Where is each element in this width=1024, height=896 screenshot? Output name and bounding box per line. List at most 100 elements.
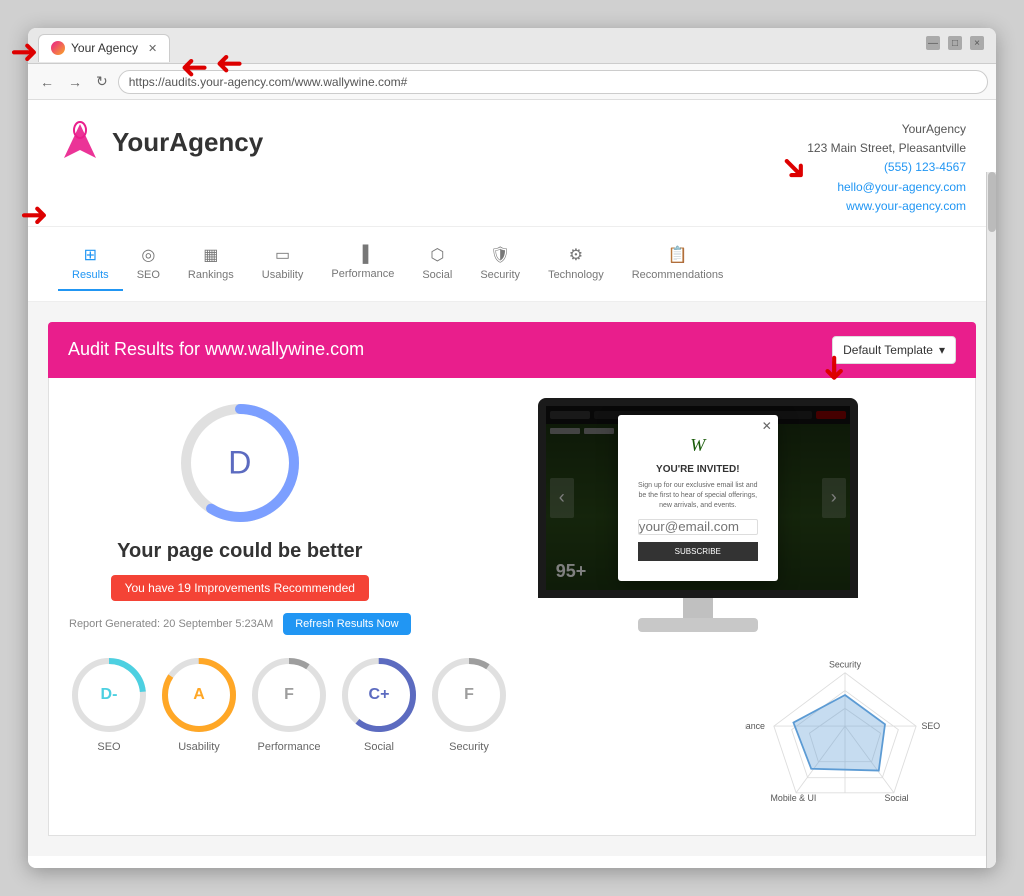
nav-item-technology[interactable]: ⚙ Technology bbox=[534, 237, 618, 291]
radar-section: Security SEO Social Mobile & UI Performa… bbox=[735, 655, 955, 815]
score-grade-seo: D- bbox=[101, 686, 118, 704]
website-preview: ‹ › 95+ ✕ W YOU'RE I bbox=[441, 398, 955, 632]
main-content: Audit Results for www.wallywine.com Defa… bbox=[28, 302, 996, 856]
performance-icon: ▐ bbox=[357, 246, 368, 264]
nav-item-usability[interactable]: ▭ Usability bbox=[248, 237, 318, 291]
nav-item-seo[interactable]: ◎ SEO bbox=[123, 237, 174, 291]
technology-icon: ⚙ bbox=[569, 245, 583, 265]
score-circle-usability: A bbox=[159, 655, 239, 735]
tab-close-button[interactable]: ✕ bbox=[148, 42, 157, 55]
popup-modal: ✕ W YOU'RE INVITED! Sign up for our excl… bbox=[618, 415, 778, 581]
audit-header: Audit Results for www.wallywine.com Defa… bbox=[48, 322, 976, 378]
agency-name: YourAgency bbox=[807, 120, 966, 139]
nav-item-results[interactable]: ⊞ Results bbox=[58, 237, 123, 291]
social-icon: ⬡ bbox=[430, 245, 444, 265]
report-date: Report Generated: 20 September 5:23AM bbox=[69, 618, 273, 630]
score-item-social: C+ Social bbox=[339, 655, 419, 753]
nav-label-recommendations: Recommendations bbox=[632, 269, 724, 281]
audit-title: Audit Results for www.wallywine.com bbox=[68, 339, 364, 360]
nav-item-security[interactable]: 🛡 Security bbox=[466, 237, 534, 291]
maximize-button[interactable]: □ bbox=[948, 36, 962, 50]
score-label-performance: Performance bbox=[258, 741, 321, 753]
scrollbar[interactable] bbox=[986, 172, 996, 868]
page-content: YourAgency YourAgency 123 Main Street, P… bbox=[28, 100, 996, 868]
monitor-frame: ‹ › 95+ ✕ W YOU'RE I bbox=[538, 398, 858, 632]
svg-text:Performance: Performance bbox=[745, 721, 765, 731]
audit-main-row: D Your page could be better You have 19 … bbox=[69, 398, 955, 635]
popup-title: YOU'RE INVITED! bbox=[638, 464, 758, 475]
score-label-social: Social bbox=[364, 741, 394, 753]
score-label-seo: SEO bbox=[97, 741, 120, 753]
nav-item-social[interactable]: ⬡ Social bbox=[408, 237, 466, 291]
logo-area: YourAgency bbox=[58, 120, 263, 164]
agency-info: YourAgency 123 Main Street, Pleasantvill… bbox=[807, 120, 966, 216]
score-label-security: Security bbox=[449, 741, 489, 753]
score-circle-performance: F bbox=[249, 655, 329, 735]
popup-email-input[interactable] bbox=[638, 519, 758, 535]
security-icon: 🛡 bbox=[490, 245, 510, 265]
recommendations-icon: 📋 bbox=[668, 245, 688, 265]
tab-title: Your Agency bbox=[71, 41, 138, 55]
logo-text-bold: Agency bbox=[169, 127, 263, 157]
score-grade-performance: F bbox=[284, 686, 294, 704]
nav-item-rankings[interactable]: ▦ Rankings bbox=[174, 237, 248, 291]
site-navigation: ⊞ Results ◎ SEO ▦ Rankings ▭ Usability ▐… bbox=[28, 227, 996, 302]
nav-label-seo: SEO bbox=[137, 269, 160, 281]
monitor-screen: ‹ › 95+ ✕ W YOU'RE I bbox=[538, 398, 858, 598]
score-item-seo: D- SEO bbox=[69, 655, 149, 753]
nav-label-performance: Performance bbox=[331, 268, 394, 280]
back-button[interactable]: ← bbox=[36, 70, 58, 94]
grade-message: Your page could be better bbox=[117, 540, 362, 563]
svg-text:SEO: SEO bbox=[921, 721, 940, 731]
agency-address: 123 Main Street, Pleasantville bbox=[807, 139, 966, 158]
popup-overlay: ✕ W YOU'RE INVITED! Sign up for our excl… bbox=[546, 406, 850, 590]
score-item-security: F Security bbox=[429, 655, 509, 753]
grade-circle: D bbox=[175, 398, 305, 528]
popup-text: Sign up for our exclusive email list and… bbox=[638, 481, 758, 510]
rankings-icon: ▦ bbox=[203, 245, 218, 265]
tab-favicon bbox=[51, 41, 65, 55]
agency-email[interactable]: hello@your-agency.com bbox=[807, 178, 966, 197]
score-circle-social: C+ bbox=[339, 655, 419, 735]
logo-icon bbox=[58, 120, 102, 164]
logo-text: YourAgency bbox=[112, 127, 263, 158]
popup-subscribe-button[interactable]: SUBSCRIBE bbox=[638, 542, 758, 561]
monitor-stand-neck bbox=[683, 598, 713, 618]
popup-close-button[interactable]: ✕ bbox=[762, 419, 772, 433]
improvements-badge: You have 19 Improvements Recommended bbox=[111, 575, 369, 601]
minimize-button[interactable]: — bbox=[926, 36, 940, 50]
score-grade-security: F bbox=[464, 686, 474, 704]
audit-body: D Your page could be better You have 19 … bbox=[48, 378, 976, 836]
nav-label-rankings: Rankings bbox=[188, 269, 234, 281]
grade-section: D Your page could be better You have 19 … bbox=[69, 398, 411, 635]
agency-phone[interactable]: (555) 123-4567 bbox=[807, 158, 966, 177]
forward-button[interactable]: → bbox=[64, 70, 86, 94]
popup-logo: W bbox=[638, 435, 758, 456]
nav-label-usability: Usability bbox=[262, 269, 304, 281]
browser-window: Your Agency ✕ — □ × ← → ↻ bbox=[28, 28, 996, 868]
score-item-performance: F Performance bbox=[249, 655, 329, 753]
svg-text:Social: Social bbox=[884, 793, 908, 803]
grade-letter: D bbox=[228, 444, 251, 481]
refresh-button[interactable]: Refresh Results Now bbox=[283, 613, 410, 635]
radar-chart: Security SEO Social Mobile & UI Performa… bbox=[745, 655, 945, 815]
score-grade-social: C+ bbox=[369, 686, 390, 704]
svg-text:Security: Security bbox=[829, 659, 862, 669]
nav-item-recommendations[interactable]: 📋 Recommendations bbox=[618, 237, 738, 291]
nav-item-performance[interactable]: ▐ Performance bbox=[317, 238, 408, 290]
svg-text:Mobile & UI: Mobile & UI bbox=[771, 793, 817, 803]
template-select[interactable]: Default Template ▾ bbox=[832, 336, 956, 364]
results-icon: ⊞ bbox=[84, 245, 97, 265]
seo-icon: ◎ bbox=[141, 245, 155, 265]
browser-titlebar: Your Agency ✕ — □ × bbox=[28, 28, 996, 64]
nav-label-security: Security bbox=[480, 269, 520, 281]
reload-button[interactable]: ↻ bbox=[92, 69, 112, 94]
browser-tab[interactable]: Your Agency ✕ bbox=[38, 34, 170, 62]
usability-icon: ▭ bbox=[275, 245, 290, 265]
score-grade-usability: A bbox=[193, 686, 205, 704]
agency-website[interactable]: www.your-agency.com bbox=[807, 197, 966, 216]
logo-text-light: Your bbox=[112, 127, 169, 157]
scrollbar-thumb bbox=[988, 172, 996, 232]
address-bar[interactable] bbox=[118, 70, 988, 94]
close-button[interactable]: × bbox=[970, 36, 984, 50]
